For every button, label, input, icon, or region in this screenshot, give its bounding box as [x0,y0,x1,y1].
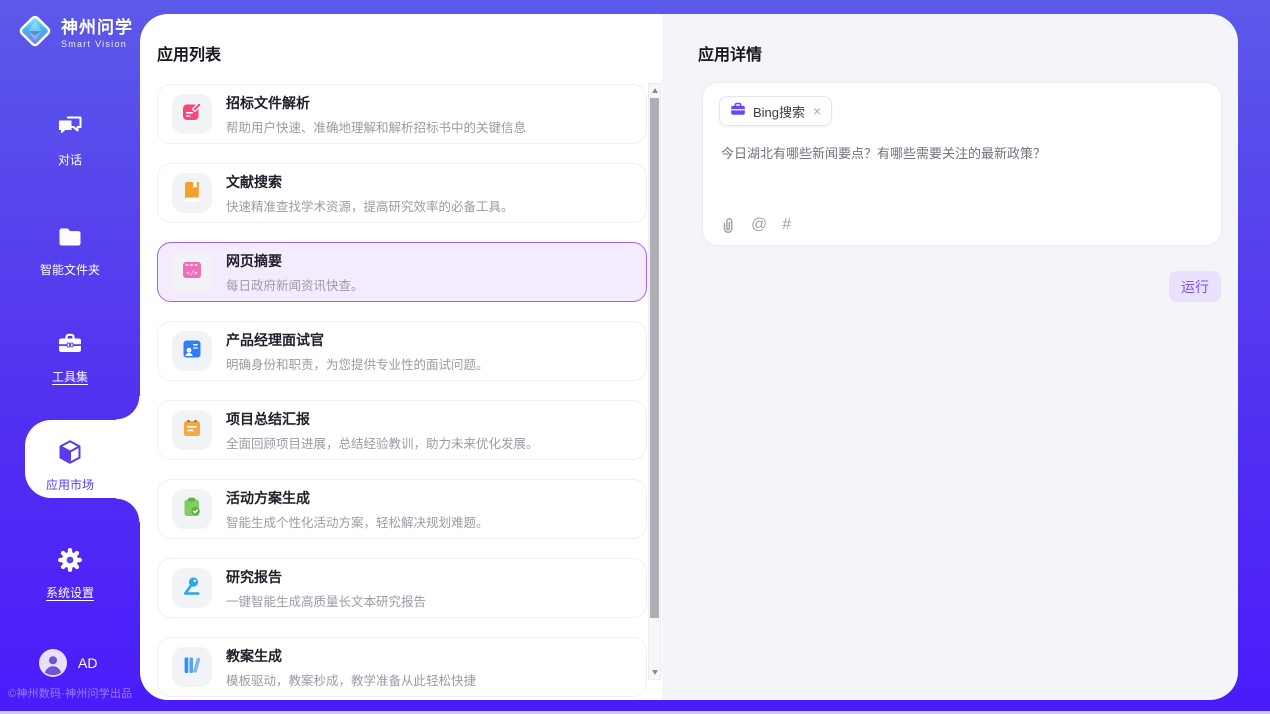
hash-icon[interactable]: # [782,217,791,233]
app-card-text: 产品经理面试官明确身份和职责，为您提供专业性的面试问题。 [226,330,489,373]
sidebar-item-gear[interactable]: 系统设置 [0,546,140,600]
books-icon [181,654,203,681]
app-card-text: 活动方案生成智能生成个性化活动方案，轻松解决规划难题。 [226,488,489,531]
app-card-title: 文献搜索 [226,172,514,192]
app-card-text: 招标文件解析帮助用户快速、准确地理解和解析招标书中的关键信息 [226,93,526,136]
app-list-title: 应用列表 [157,41,221,65]
app-card-description: 帮助用户快速、准确地理解和解析招标书中的关键信息 [226,117,526,136]
app-card-title: 项目总结汇报 [226,409,539,429]
app-card[interactable]: 项目总结汇报全面回顾项目进展，总结经验教训，助力未来优化发展。 [157,400,647,460]
app-card-description: 明确身份和职责，为您提供专业性的面试问题。 [226,354,489,373]
app-card-description: 快速精准查找学术资源，提高研究效率的必备工具。 [226,196,514,215]
app-icon-tile [172,331,212,371]
app-card-description: 模板驱动，教案秒成，教学准备从此轻松快捷 [226,670,476,689]
app-card-description: 全面回顾项目进展，总结经验教训，助力未来优化发展。 [226,433,539,452]
app-icon-tile [172,489,212,529]
clipboard-check-icon [181,496,203,523]
app-card[interactable]: 活动方案生成智能生成个性化活动方案，轻松解决规划难题。 [157,479,647,539]
gem-logo-icon [16,12,54,55]
logo-subtitle: Smart Vision [61,39,133,49]
sidebar-item-label: 智能文件夹 [40,263,100,277]
scroll-down-arrow-icon[interactable] [652,670,658,675]
tender-doc-icon [181,101,203,128]
app-card-text: 项目总结汇报全面回顾项目进展，总结经验教训，助力未来优化发展。 [226,409,539,452]
app-card-description: 一键智能生成高质量长文本研究报告 [226,591,426,610]
app-card-description: 智能生成个性化活动方案，轻松解决规划难题。 [226,512,489,531]
app-card-title: 产品经理面试官 [226,330,489,350]
book-icon [181,180,203,207]
run-button[interactable]: 运行 [1169,271,1221,302]
app-card-text: 教案生成模板驱动，教案秒成，教学准备从此轻松快捷 [226,646,476,689]
app-detail-title: 应用详情 [698,41,762,65]
app-icon-tile [172,568,212,608]
research-icon [181,575,203,602]
app-card[interactable]: 文献搜索快速精准查找学术资源，提高研究效率的必备工具。 [157,163,647,223]
gear-icon [56,546,84,579]
sidebar-item-label: 对话 [58,153,82,167]
app-card-description: 每日政府新闻资讯快查。 [226,275,364,294]
sidebar-item-label: 系统设置 [46,586,94,600]
toolbox-icon [56,330,84,363]
user-initials: AD [78,655,97,671]
app-card-text: 研究报告一键智能生成高质量长文本研究报告 [226,567,426,610]
app-card-title: 招标文件解析 [226,93,526,113]
app-detail-panel: 应用详情 Bing搜索 × 今日湖北有哪些新闻要点？有哪些需要关注的最新政策？ … [662,14,1238,700]
tool-chip-label: Bing搜索 [753,102,805,121]
sidebar-item-label: 应用市场 [46,478,94,492]
sidebar-item-folder[interactable]: 智能文件夹 [0,223,140,277]
tool-chip[interactable]: Bing搜索 × [719,96,832,126]
logo-text: 神州问学 Smart Vision [61,18,133,49]
mention-icon[interactable]: @ [751,217,767,233]
app-card[interactable]: 教案生成模板驱动，教案秒成，教学准备从此轻松快捷 [157,637,647,697]
briefcase-icon [730,101,746,122]
app-list-panel: 应用列表 招标文件解析帮助用户快速、准确地理解和解析招标书中的关键信息文献搜索快… [140,14,662,700]
app-card[interactable]: 研究报告一键智能生成高质量长文本研究报告 [157,558,647,618]
scrollbar[interactable] [648,83,661,680]
app-icon-tile [172,94,212,134]
app-card-text: 文献搜索快速精准查找学术资源，提高研究效率的必备工具。 [226,172,514,215]
app-card-title: 网页摘要 [226,251,364,271]
app-icon-tile [172,410,212,450]
app-card-title: 研究报告 [226,567,426,587]
prompt-input[interactable]: 今日湖北有哪些新闻要点？有哪些需要关注的最新政策？ [721,145,1203,163]
svg-text:</>: </> [186,268,198,276]
app-card[interactable]: 招标文件解析帮助用户快速、准确地理解和解析招标书中的关键信息 [157,84,647,144]
composer-card: Bing搜索 × 今日湖北有哪些新闻要点？有哪些需要关注的最新政策？ @# [702,82,1222,246]
composer-toolbar: @# [720,216,791,234]
sidebar-item-chat[interactable]: 对话 [0,113,140,167]
app-card-title: 教案生成 [226,646,476,666]
app-card-list: 招标文件解析帮助用户快速、准确地理解和解析招标书中的关键信息文献搜索快速精准查找… [157,84,647,700]
chat-icon [56,113,84,146]
app-card-title: 活动方案生成 [226,488,489,508]
logo: 神州问学 Smart Vision [16,12,133,55]
scrollbar-thumb[interactable] [650,98,659,618]
webpage-icon: </> [181,259,203,286]
app-icon-tile: </> [172,252,212,292]
scroll-up-arrow-icon[interactable] [652,88,658,93]
folder-icon [56,223,84,256]
interview-icon [181,338,203,365]
app-card[interactable]: </> 网页摘要每日政府新闻资讯快查。 [157,242,647,302]
user-avatar-icon [39,649,67,677]
chip-close-icon[interactable]: × [812,103,821,119]
cube-icon [56,438,84,471]
app-icon-tile [172,173,212,213]
logo-title: 神州问学 [61,18,133,38]
sidebar-item-cube[interactable]: 应用市场 [0,438,140,492]
sidebar-item-toolbox[interactable]: 工具集 [0,330,140,384]
app-icon-tile [172,647,212,687]
app-card-text: 网页摘要每日政府新闻资讯快查。 [226,251,364,294]
copyright-footer: ©神州数码·神州问学出品 [8,685,140,701]
app-window: 神州问学 Smart Vision 对话智能文件夹工具集应用市场系统设置 AD … [0,0,1270,714]
note-icon [181,417,203,444]
app-card[interactable]: 产品经理面试官明确身份和职责，为您提供专业性的面试问题。 [157,321,647,381]
attachment-icon[interactable] [720,216,736,234]
sidebar: 神州问学 Smart Vision 对话智能文件夹工具集应用市场系统设置 AD … [0,0,140,714]
user-row[interactable]: AD [39,649,97,677]
sidebar-item-label: 工具集 [52,370,88,384]
